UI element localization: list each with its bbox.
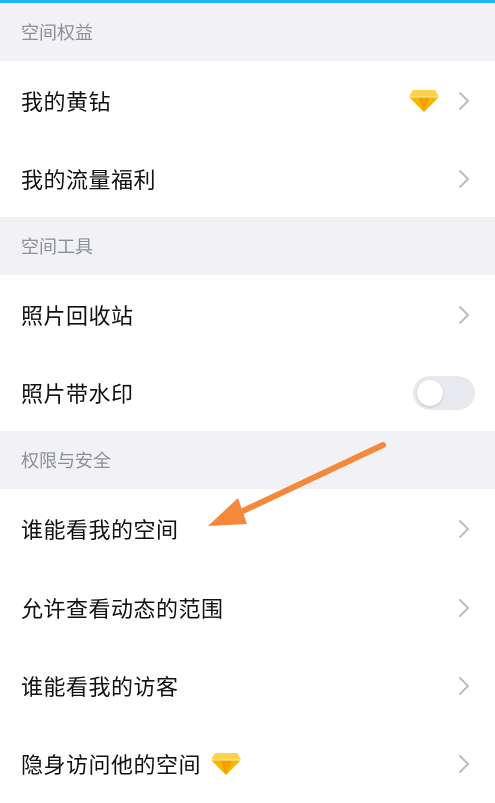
row-my-traffic-benefits[interactable]: 我的流量福利 — [0, 141, 495, 217]
section-header-permissions-security: 权限与安全 — [0, 431, 495, 489]
row-allowed-feed-range[interactable]: 允许查看动态的范围 — [0, 569, 495, 647]
row-label: 我的流量福利 — [21, 169, 157, 194]
section-title: 权限与安全 — [21, 451, 111, 472]
section-header-space-benefits: 空间权益 — [0, 3, 495, 61]
chevron-right-icon — [453, 518, 475, 540]
row-label: 隐身访问他的空间 — [21, 754, 202, 779]
row-my-yellow-diamond[interactable]: 我的黄钻 — [0, 61, 495, 141]
row-photo-recycle-bin[interactable]: 照片回收站 — [0, 275, 495, 355]
toggle-knob — [417, 380, 443, 406]
chevron-right-icon — [453, 597, 475, 619]
chevron-right-icon — [453, 675, 475, 697]
watermark-toggle[interactable] — [413, 376, 475, 410]
row-label: 允许查看动态的范围 — [21, 598, 224, 623]
row-label: 照片回收站 — [21, 305, 134, 330]
settings-page: 空间权益 我的黄钻 我的流量福利 空间工具 照片回收站 照片带水印 权限与安全 … — [0, 0, 495, 803]
row-label: 谁能看我的空间 — [21, 519, 179, 544]
chevron-right-icon — [453, 90, 475, 112]
row-who-can-see-my-visitors[interactable]: 谁能看我的访客 — [0, 647, 495, 725]
section-title: 空间权益 — [21, 23, 93, 44]
row-who-can-see-my-space[interactable]: 谁能看我的空间 — [0, 489, 495, 569]
chevron-right-icon — [453, 168, 475, 190]
row-label: 照片带水印 — [21, 383, 134, 408]
row-photo-watermark: 照片带水印 — [0, 355, 495, 431]
chevron-right-icon — [453, 753, 475, 775]
yellow-diamond-icon — [409, 89, 439, 113]
row-label: 我的黄钻 — [21, 91, 112, 116]
section-header-space-tools: 空间工具 — [0, 217, 495, 275]
section-title: 空间工具 — [21, 237, 93, 258]
row-invisible-visit[interactable]: 隐身访问他的空间 — [0, 725, 495, 803]
chevron-right-icon — [453, 304, 475, 326]
yellow-diamond-icon — [211, 752, 242, 776]
row-label: 谁能看我的访客 — [21, 676, 179, 701]
